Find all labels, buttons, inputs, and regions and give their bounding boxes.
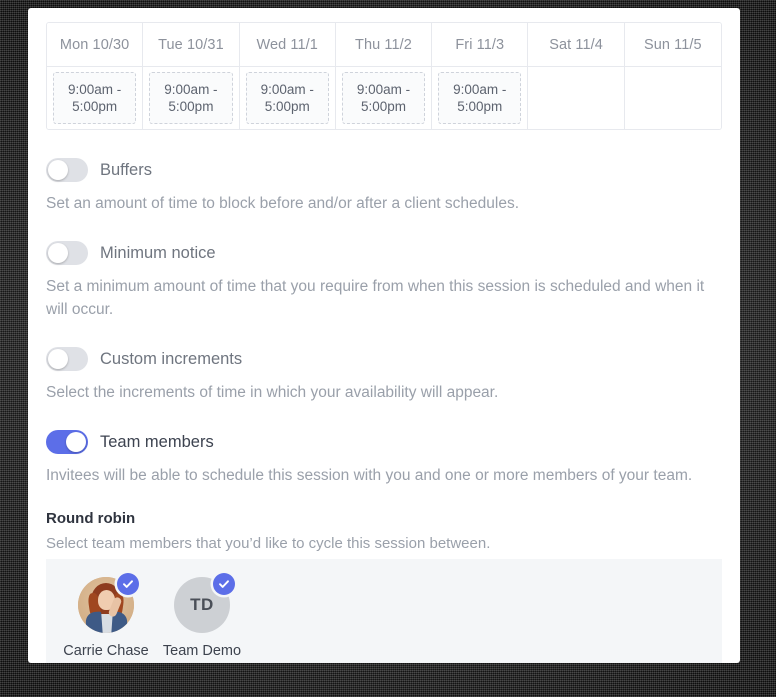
toggle-knob	[48, 160, 68, 180]
toggle-custom-increments[interactable]	[46, 347, 88, 371]
time-slot[interactable]: 9:00am - 5:00pm	[245, 72, 329, 124]
setting-description-team-members: Invitees will be able to schedule this s…	[46, 467, 693, 484]
calendar-day-cell	[528, 67, 625, 129]
setting-description-minimum-notice: Set a minimum amount of time that you re…	[46, 278, 705, 318]
team-member-carrie-chase[interactable]: Carrie Chase	[63, 573, 149, 660]
round-robin-subtitle: Select team members that you’d like to c…	[46, 535, 491, 552]
calendar-day-cell: 9:00am - 5:00pm	[47, 67, 144, 129]
team-members-panel: Carrie Chase TD Team Demo	[46, 559, 722, 663]
time-slot[interactable]: 9:00am - 5:00pm	[149, 72, 233, 124]
setting-custom-increments: Custom increments Select the increments …	[46, 347, 722, 404]
calendar-day-header: Thu 11/2	[335, 23, 433, 67]
avatar-wrapper	[78, 573, 139, 633]
availability-calendar: Mon 10/30 Tue 10/31 Wed 11/1 Thu 11/2 Fr…	[46, 22, 722, 130]
calendar-day-cell: 9:00am - 5:00pm	[239, 67, 336, 129]
time-slot-empty[interactable]	[631, 72, 715, 124]
round-robin-section: Round robin Select team members that you…	[46, 509, 722, 554]
time-slot[interactable]: 9:00am - 5:00pm	[341, 72, 426, 124]
calendar-day-header: Wed 11/1	[239, 23, 336, 67]
toggle-knob	[48, 349, 68, 369]
setting-label-custom-increments: Custom increments	[100, 350, 243, 368]
settings-card: Mon 10/30 Tue 10/31 Wed 11/1 Thu 11/2 Fr…	[28, 8, 740, 663]
calendar-day-cell: 9:00am - 5:00pm	[335, 67, 433, 129]
setting-label-minimum-notice: Minimum notice	[100, 244, 216, 262]
toggle-knob	[48, 243, 68, 263]
time-slot[interactable]: 9:00am - 5:00pm	[438, 72, 522, 124]
round-robin-title: Round robin	[46, 510, 136, 527]
calendar-day-cell: 9:00am - 5:00pm	[432, 67, 529, 129]
check-icon	[117, 573, 139, 595]
toggle-minimum-notice[interactable]	[46, 241, 88, 265]
time-slot-empty[interactable]	[534, 72, 617, 124]
calendar-day-header: Fri 11/3	[432, 23, 529, 67]
time-slot[interactable]: 9:00am - 5:00pm	[53, 72, 137, 124]
calendar-slot-row: 9:00am - 5:00pm 9:00am - 5:00pm 9:00am -…	[47, 67, 721, 129]
screenshot-frame: Mon 10/30 Tue 10/31 Wed 11/1 Thu 11/2 Fr…	[0, 0, 776, 697]
setting-label-team-members: Team members	[100, 433, 214, 451]
team-member-name: Team Demo	[162, 643, 242, 659]
setting-minimum-notice: Minimum notice Set a minimum amount of t…	[46, 241, 722, 321]
setting-buffers: Buffers Set an amount of time to block b…	[46, 158, 722, 215]
team-member-name: Carrie Chase	[63, 643, 149, 659]
toggle-buffers[interactable]	[46, 158, 88, 182]
setting-team-members: Team members Invitees will be able to sc…	[46, 430, 722, 487]
calendar-day-cell	[624, 67, 721, 129]
calendar-day-header: Sat 11/4	[528, 23, 625, 67]
check-icon	[213, 573, 235, 595]
avatar-wrapper: TD	[174, 573, 235, 633]
toggle-knob	[66, 432, 86, 452]
setting-description-custom-increments: Select the increments of time in which y…	[46, 384, 499, 401]
team-member-team-demo[interactable]: TD Team Demo	[160, 573, 244, 660]
setting-description-buffers: Set an amount of time to block before an…	[46, 195, 520, 212]
setting-label-buffers: Buffers	[100, 161, 152, 179]
calendar-day-header: Sun 11/5	[624, 23, 721, 67]
calendar-day-header: Mon 10/30	[47, 23, 144, 67]
toggle-team-members[interactable]	[46, 430, 88, 454]
calendar-day-header: Tue 10/31	[143, 23, 240, 67]
calendar-header-row: Mon 10/30 Tue 10/31 Wed 11/1 Thu 11/2 Fr…	[47, 23, 721, 67]
calendar-day-cell: 9:00am - 5:00pm	[143, 67, 240, 129]
